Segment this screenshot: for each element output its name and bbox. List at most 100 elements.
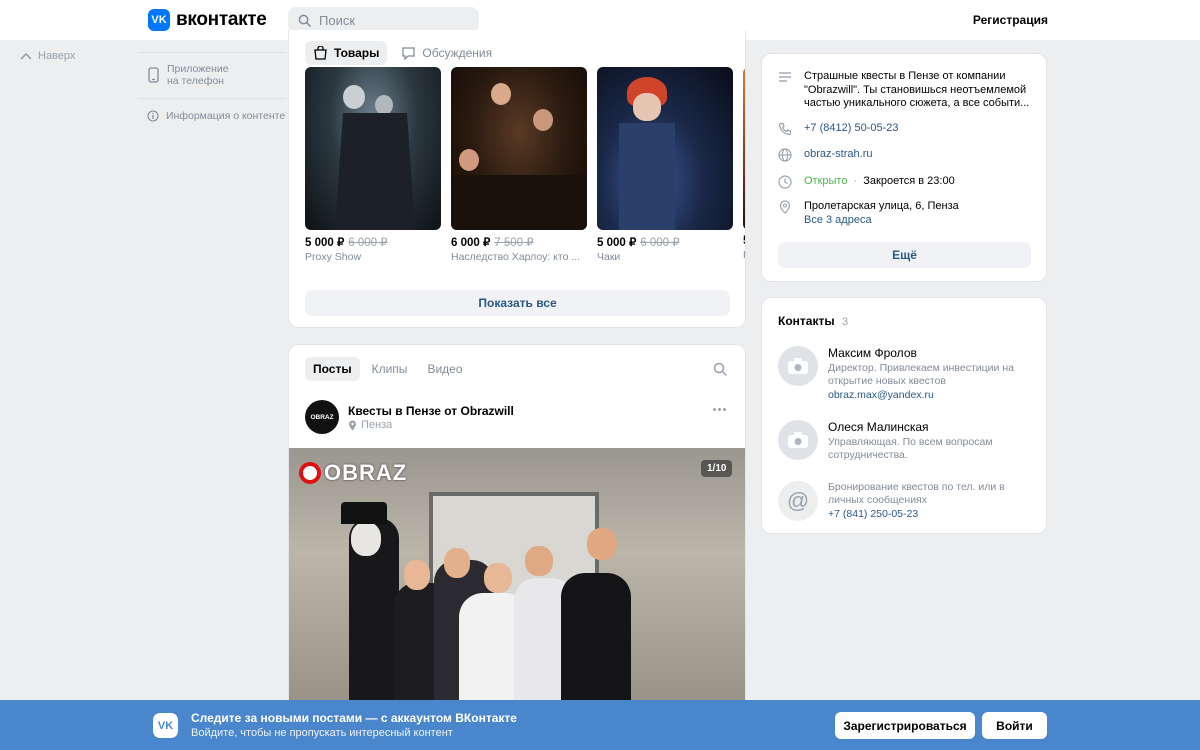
search-icon[interactable] <box>713 362 727 376</box>
login-button[interactable]: Войти <box>982 712 1047 739</box>
tab-products-label: Товары <box>334 46 380 60</box>
contact-description: Бронирование квестов по тел. или в личны… <box>828 481 1005 506</box>
product-image <box>451 67 587 230</box>
contact-phone-link[interactable]: +7 (841) 250-05-23 <box>828 508 1018 520</box>
product-price: 5 000 ₽ <box>305 237 345 249</box>
mobile-app-label-2: на телефон <box>167 75 224 87</box>
product-price: 5 <box>743 235 745 247</box>
more-options-icon[interactable] <box>713 408 726 411</box>
tab-posts[interactable]: Посты <box>305 357 360 381</box>
tab-video[interactable]: Видео <box>419 357 470 381</box>
website-row[interactable]: obraz-strah.ru <box>778 148 872 162</box>
at-sign-icon: @ <box>786 488 810 513</box>
search-input[interactable] <box>319 12 469 28</box>
avatar <box>778 346 818 386</box>
product-name: Наследство Харлоу: кто ... <box>451 251 581 263</box>
vk-logo[interactable]: VK вконтакте <box>148 9 267 31</box>
contact-item[interactable]: Олеся Малинская Управляющая. По всем воп… <box>778 420 1018 462</box>
show-all-button[interactable]: Показать все <box>305 290 730 316</box>
all-addresses-link[interactable]: Все 3 адреса <box>804 214 959 228</box>
product-item[interactable]: 5 000 ₽6 000 ₽ Чаки <box>597 67 733 263</box>
market-card: Товары Обсуждения 5 000 ₽6 000 ₽ Proxy S… <box>288 30 746 328</box>
product-name: К <box>743 249 745 261</box>
post-location-label: Пенза <box>361 419 393 431</box>
post-author-avatar[interactable]: OBRAZ <box>305 400 339 434</box>
contact-description: Директор. Привлекаем инвестиции на откры… <box>828 362 1014 387</box>
divider <box>138 98 286 99</box>
divider <box>138 52 286 53</box>
description-text: Страшные квесты в Пензе от компании "Obr… <box>804 70 1030 109</box>
back-to-top-label: Наверх <box>38 50 76 62</box>
more-button[interactable]: Ещё <box>778 242 1031 268</box>
vk-logo-icon: VK <box>148 9 170 31</box>
location-pin-icon <box>349 420 356 430</box>
camera-placeholder-icon <box>788 432 808 448</box>
mobile-app-label-1: Приложение <box>167 63 229 75</box>
status-open: Открыто <box>804 175 848 187</box>
contact-email-link[interactable]: obraz.max@yandex.ru <box>828 389 1018 401</box>
search-icon <box>298 14 311 27</box>
vk-logo-text: вконтакте <box>176 9 267 30</box>
product-old-price: 6 000 ₽ <box>640 237 680 249</box>
brand-logo-icon <box>299 462 321 484</box>
description-row[interactable]: Страшные квесты в Пензе от компании "Obr… <box>778 70 1040 110</box>
banner-subtitle: Войдите, чтобы не пропускать интересный … <box>191 727 453 739</box>
status-separator: · <box>853 175 858 187</box>
clock-icon <box>778 175 792 189</box>
banner-title: Следите за новыми постами — с аккаунтом … <box>191 711 517 725</box>
content-info-label: Информация о контенте <box>166 110 286 122</box>
tab-products[interactable]: Товары <box>305 41 388 65</box>
info-card: Страшные квесты в Пензе от компании "Obr… <box>761 53 1047 282</box>
vk-logo-icon: VK <box>153 713 178 738</box>
website-link[interactable]: obraz-strah.ru <box>804 148 872 162</box>
posts-card: Посты Клипы Видео OBRAZ Квесты в Пензе о… <box>288 344 746 744</box>
register-button[interactable]: Зарегистрироваться <box>835 712 975 739</box>
product-list: 5 000 ₽6 000 ₽ Proxy Show 6 000 ₽7 500 ₽… <box>305 67 745 263</box>
contacts-title: Контакты <box>778 314 835 328</box>
bag-icon <box>314 46 327 60</box>
product-image <box>305 67 441 230</box>
contact-name[interactable]: Максим Фролов <box>828 346 1018 360</box>
back-to-top-button[interactable]: Наверх <box>20 50 75 62</box>
phone-link[interactable]: +7 (8412) 50-05-23 <box>804 122 898 136</box>
avatar: @ <box>778 481 818 521</box>
comment-icon <box>402 47 416 60</box>
address-row[interactable]: Пролетарская улица, 6, Пенза Все 3 адрес… <box>778 200 959 227</box>
status-close-time: Закроется в 23:00 <box>863 175 955 187</box>
product-item[interactable]: 6 000 ₽7 500 ₽ Наследство Харлоу: кто ..… <box>451 67 587 263</box>
contact-name[interactable]: Олеся Малинская <box>828 420 1018 434</box>
text-lines-icon <box>779 72 791 82</box>
chevron-up-icon <box>20 52 32 60</box>
product-price: 6 000 ₽ <box>451 237 491 249</box>
signup-banner: VK Следите за новыми постами — с аккаунт… <box>0 700 1200 750</box>
contacts-count: 3 <box>841 316 849 328</box>
post-author-name[interactable]: Квесты в Пензе от Obrazwill <box>348 404 514 418</box>
phone-row[interactable]: +7 (8412) 50-05-23 <box>778 122 898 136</box>
tab-clips[interactable]: Клипы <box>364 357 416 381</box>
hours-row[interactable]: Открыто · Закроется в 23:00 <box>778 175 955 189</box>
product-old-price: 6 000 ₽ <box>348 237 388 249</box>
phone-icon <box>148 67 159 83</box>
avatar <box>778 420 818 460</box>
product-name: Proxy Show <box>305 251 362 263</box>
product-image <box>743 67 745 230</box>
globe-icon <box>778 148 792 162</box>
contacts-card: Контакты 3 Максим Фролов Директор. Привл… <box>761 297 1047 534</box>
photo-counter: 1/10 <box>701 460 733 477</box>
contact-item[interactable]: @ Бронирование квестов по тел. или в лич… <box>778 481 1018 521</box>
tab-discussions[interactable]: Обсуждения <box>393 41 500 65</box>
product-name: Чаки <box>597 251 621 263</box>
location-pin-icon <box>779 200 791 214</box>
camera-placeholder-icon <box>788 358 808 374</box>
content-info-link[interactable]: Информация о контенте <box>147 110 285 122</box>
avatar-logo-text: OBRAZ <box>310 413 334 421</box>
product-image <box>597 67 733 230</box>
product-item[interactable]: 5 000 ₽6 000 ₽ Proxy Show <box>305 67 441 263</box>
phone-call-icon <box>778 122 792 136</box>
contact-item[interactable]: Максим Фролов Директор. Привлекаем инвес… <box>778 346 1018 401</box>
mobile-app-link[interactable]: Приложение на телефон <box>147 63 229 87</box>
product-price: 5 000 ₽ <box>597 237 637 249</box>
product-item[interactable]: 5 К <box>743 67 745 263</box>
register-link[interactable]: Регистрация <box>973 13 1048 27</box>
product-old-price: 7 500 ₽ <box>494 237 534 249</box>
